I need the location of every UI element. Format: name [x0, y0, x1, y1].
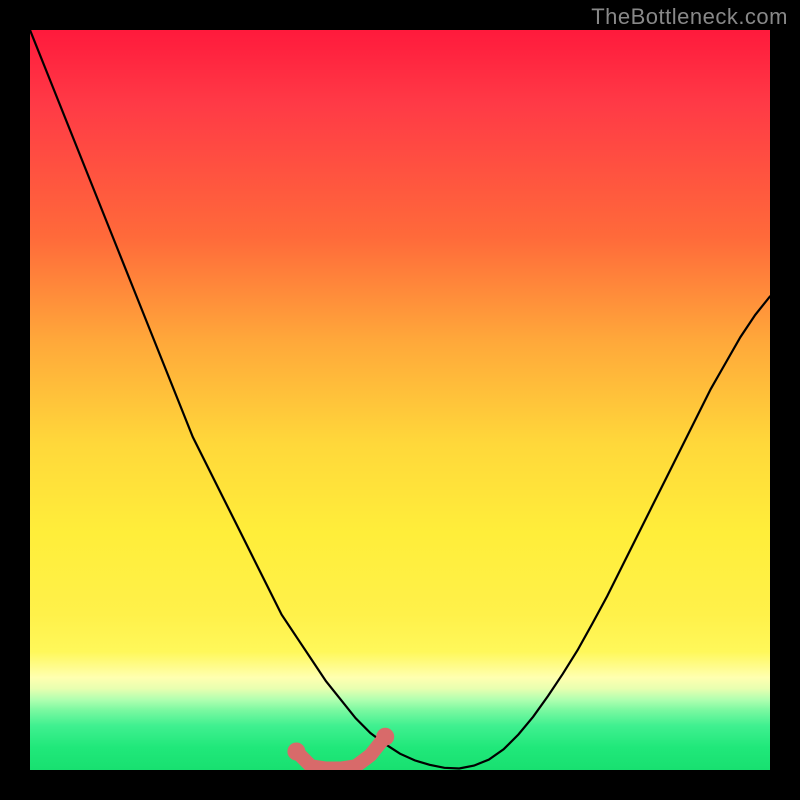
curve-layer: [30, 30, 770, 770]
plot-area: [30, 30, 770, 770]
highlight-dot-right: [376, 728, 394, 746]
highlight-region-line: [296, 737, 385, 769]
watermark-text: TheBottleneck.com: [591, 4, 788, 30]
highlight-dot-left: [287, 743, 305, 761]
chart-canvas: TheBottleneck.com: [0, 0, 800, 800]
bottleneck-curve-line: [30, 30, 770, 769]
